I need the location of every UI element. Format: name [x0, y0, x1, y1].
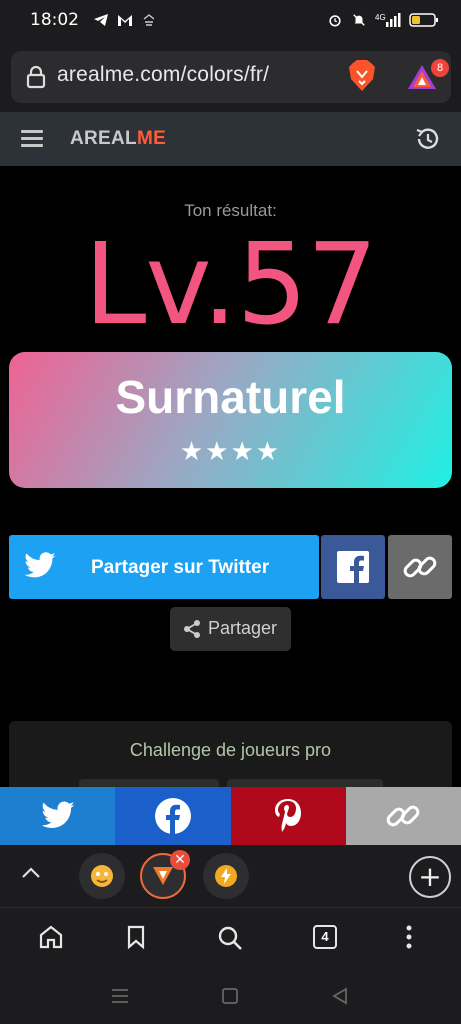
sticky-twitter-button[interactable]: [0, 787, 116, 845]
alarm-icon: [329, 15, 341, 27]
site-logo[interactable]: AREALME: [70, 128, 166, 150]
challenge-title: Challenge de joueurs pro: [129, 740, 332, 760]
brave-shields-icon[interactable]: [347, 59, 377, 93]
signal-4g-icon: 4G: [375, 13, 401, 27]
twitter-icon: [41, 801, 75, 829]
tab-strip: ✕ +: [0, 845, 461, 907]
telegram-icon: [94, 14, 108, 26]
logo-part1: AREAL: [70, 128, 137, 149]
status-time: 18:02: [30, 10, 79, 30]
share-label: Partager: [208, 618, 278, 638]
svg-text:4G: 4G: [375, 13, 386, 22]
share-icon: [184, 620, 200, 638]
tab-thumbnail-3[interactable]: [203, 853, 249, 899]
share-facebook-button[interactable]: [321, 535, 385, 599]
facebook-icon: [337, 551, 369, 583]
rewards-badge: 8: [431, 59, 449, 77]
sticky-link-button[interactable]: [345, 787, 461, 845]
battery-icon: [409, 13, 438, 27]
browser-toolbar: 4: [0, 907, 461, 967]
facebook-icon: [154, 798, 191, 834]
tab-thumbnail-1[interactable]: [79, 853, 125, 899]
share-button[interactable]: Partager: [170, 607, 291, 651]
rank-card: Surnaturel ★★★★: [9, 352, 452, 488]
share-twitter-button[interactable]: Partager sur Twitter: [9, 535, 319, 599]
url-text[interactable]: arealme.com/colors/fr/: [57, 63, 269, 87]
tab-count-button[interactable]: 4: [313, 925, 337, 949]
result-label: Ton résultat:: [184, 201, 277, 220]
recent-apps-icon[interactable]: [110, 987, 130, 1005]
lightning-icon: [215, 865, 237, 887]
new-tab-button[interactable]: +: [409, 856, 451, 898]
link-icon: [387, 805, 420, 827]
site-header: AREALME: [0, 112, 461, 166]
search-icon[interactable]: [216, 924, 244, 952]
pinterest-icon: [275, 799, 302, 832]
mute-icon: [353, 14, 365, 26]
link-icon: [403, 556, 437, 578]
brave-rewards-button[interactable]: 8: [405, 59, 449, 96]
sticky-share-bar: [0, 787, 461, 845]
sticky-facebook-button[interactable]: [115, 787, 231, 845]
home-icon[interactable]: [38, 924, 64, 950]
address-bar[interactable]: arealme.com/colors/fr/ 8: [11, 51, 451, 103]
logo-part2: ME: [136, 128, 167, 149]
emoji-face-icon: [91, 865, 113, 887]
rank-name: Surnaturel: [115, 371, 346, 423]
gmail-icon: [118, 15, 132, 26]
rank-stars: ★★★★: [179, 436, 282, 466]
home-nav-icon[interactable]: [221, 987, 239, 1005]
twitter-icon: [24, 552, 56, 578]
lock-icon[interactable]: [25, 65, 47, 89]
level-value: Lv.57: [83, 220, 378, 350]
close-tab-icon[interactable]: ✕: [170, 850, 190, 870]
download-icon: [143, 14, 155, 26]
twitter-label: Partager sur Twitter: [91, 557, 270, 578]
system-nav-bar: [0, 967, 461, 1024]
bookmark-icon[interactable]: [124, 924, 148, 950]
arealme-tab-icon: [153, 867, 173, 885]
status-bar: 18:02 4G: [0, 0, 461, 40]
more-options-icon[interactable]: [405, 924, 413, 950]
back-nav-icon[interactable]: [331, 987, 349, 1005]
history-icon[interactable]: [414, 125, 442, 153]
copy-link-button[interactable]: [388, 535, 452, 599]
menu-icon[interactable]: [21, 130, 43, 148]
chevron-up-icon[interactable]: [20, 865, 42, 881]
sticky-pinterest-button[interactable]: [230, 787, 346, 845]
browser-bar: arealme.com/colors/fr/ 8: [0, 40, 461, 112]
